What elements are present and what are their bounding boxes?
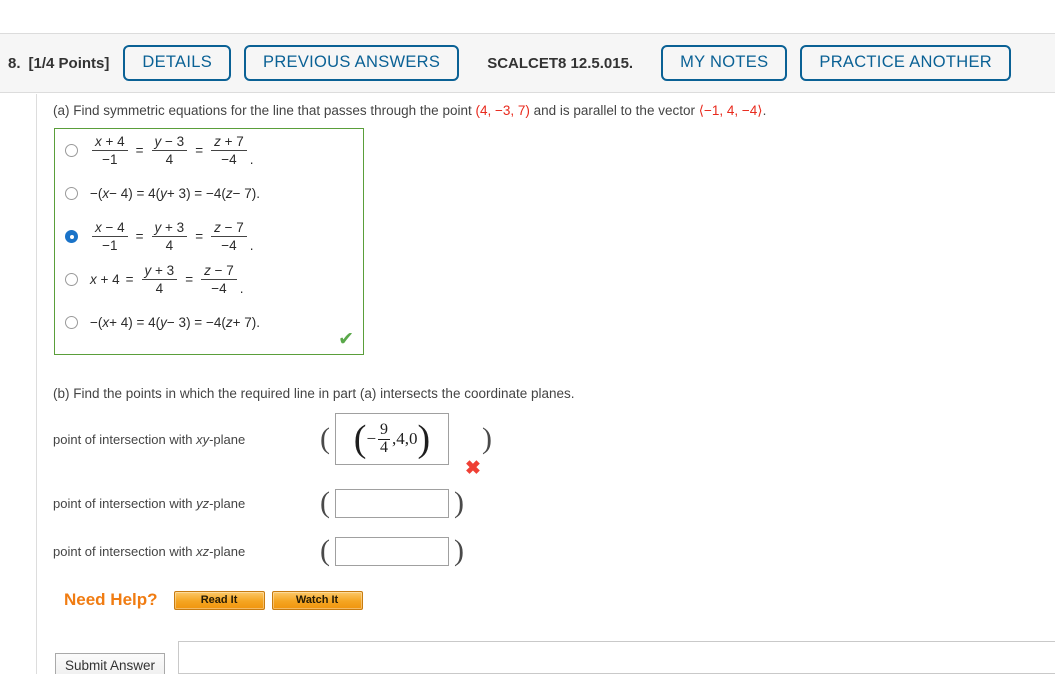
close-paren-xz: ) (454, 534, 464, 567)
fraction-denominator: 4 (141, 279, 178, 296)
details-button[interactable]: DETAILS (123, 45, 232, 81)
fraction: y + 34 (141, 262, 178, 296)
part-a-vector: ⟨−1, 4, −4⟩ (698, 103, 763, 118)
open-paren-xy: ( (320, 422, 330, 455)
fraction-numerator: y + 3 (154, 219, 185, 235)
equals-sign: = (125, 272, 134, 287)
equals-sign: = (135, 143, 144, 158)
fraction: x − 4 −1 (92, 220, 128, 253)
fraction-numerator: z − 7 (204, 262, 234, 278)
fraction-numerator: z − 7 (214, 219, 244, 235)
textbook-code: SCALCET8 12.5.015. (487, 54, 634, 72)
submit-panel (178, 641, 1055, 674)
option-label-3: x + 4 = y + 3 4 = z − 7 −4. (90, 263, 244, 296)
option-label-1: −(x − 4) = 4(y + 3) = −4(z − 7). (90, 186, 260, 201)
option-row[interactable]: x − 4 −1 = y + 3 4 = z − 7 −4. (55, 215, 363, 258)
option-row[interactable]: −(x − 4) = 4(y + 3) = −4(z − 7). (55, 172, 363, 215)
radio-option-4[interactable] (65, 316, 78, 329)
fraction: z − 7 −4 (201, 263, 237, 296)
fraction: z + 7 −4 (211, 134, 247, 167)
fraction: z − 7 −4 (211, 220, 247, 253)
option-label-2: x − 4 −1 = y + 3 4 = z − 7 −4. (90, 220, 254, 253)
answer-xy-rest: ,4,0 (392, 429, 418, 448)
option-row[interactable]: −(x + 4) = 4(y − 3) = −4(z + 7). (55, 301, 363, 344)
part-a-section: (a) Find symmetric equations for the lin… (53, 101, 1043, 121)
fraction-denominator: −1 (92, 236, 128, 253)
trailing-period: . (249, 152, 254, 168)
question-page: 8. [1/4 Points] DETAILS PREVIOUS ANSWERS… (0, 0, 1055, 674)
read-it-button[interactable]: Read It (173, 590, 265, 610)
radio-option-0[interactable] (65, 144, 78, 157)
fraction-numerator: x + 4 (95, 133, 125, 149)
answer-xy-sign: − (366, 429, 377, 448)
fraction-denominator: 4 (151, 236, 188, 253)
fraction-denominator: −4 (201, 279, 237, 296)
option-row[interactable]: x + 4 −1 = y − 3 4 = z + 7 −4. (55, 129, 363, 172)
fraction: y + 34 (151, 219, 188, 253)
equals-sign: = (185, 272, 194, 287)
part-a-prompt-pre: (a) Find symmetric equations for the lin… (53, 103, 476, 118)
fraction-numerator: y − 3 (154, 133, 185, 149)
question-header-bar: 8. [1/4 Points] DETAILS PREVIOUS ANSWERS… (0, 33, 1055, 93)
fraction-denominator: 4 (151, 150, 188, 167)
answer-input-xz[interactable] (335, 536, 449, 566)
previous-answers-button[interactable]: PREVIOUS ANSWERS (244, 45, 460, 81)
watch-it-button[interactable]: Watch It (271, 590, 363, 610)
radio-option-3[interactable] (65, 273, 78, 286)
intersection-row-xy: point of intersection with xy-plane ( ( … (53, 413, 497, 465)
intersection-label-yz: point of intersection with yz-plane (53, 495, 246, 511)
option-label-0: x + 4 −1 = y − 3 4 = z + 7 −4. (90, 134, 254, 167)
fraction: x + 4 −1 (92, 134, 128, 167)
trailing-period: . (249, 238, 254, 254)
answer-input-xy[interactable]: ( − 9 4 ,4,0 ) (335, 413, 449, 465)
incorrect-x-icon: ✖ (465, 458, 481, 479)
option-label-4: −(x + 4) = 4(y − 3) = −4(z + 7). (90, 315, 260, 330)
fraction-denominator: −4 (211, 236, 247, 253)
intersection-label-xz: point of intersection with xz-plane (53, 543, 246, 559)
equals-sign: = (135, 229, 144, 244)
trailing-period: . (239, 281, 244, 297)
submit-answer-button[interactable]: Submit Answer (55, 653, 166, 674)
fraction-numerator: y + 3 (144, 262, 175, 278)
fraction: y − 34 (151, 133, 188, 167)
part-a-prompt-mid: and is parallel to the vector (529, 103, 699, 118)
left-divider (36, 94, 37, 674)
fraction-numerator: z + 7 (214, 133, 244, 149)
part-b-prompt: (b) Find the points in which the require… (53, 386, 575, 401)
radio-option-1[interactable] (65, 187, 78, 200)
intersection-label-xy: point of intersection with xy-plane (53, 431, 246, 447)
question-number: 8. (8, 54, 21, 72)
equals-sign: = (195, 143, 204, 158)
practice-another-button[interactable]: PRACTICE ANOTHER (800, 45, 1011, 81)
need-help-section: Need Help? Read It Watch It (64, 590, 363, 610)
answer-input-yz[interactable] (335, 488, 449, 518)
radio-group[interactable]: x + 4 −1 = y − 3 4 = z + 7 −4. −(x − 4) = 4(y + … (55, 129, 363, 344)
need-help-label: Need Help? (64, 590, 158, 609)
part-a-prompt-end: . (762, 103, 767, 118)
equals-sign: = (195, 229, 204, 244)
radio-option-2[interactable] (65, 230, 78, 243)
intersection-row-xz: point of intersection with xz-plane ( ) (53, 531, 469, 571)
points-badge: [1/4 Points] (28, 54, 110, 72)
close-paren-xy: ) (482, 422, 492, 455)
fraction-denominator: −1 (92, 150, 128, 167)
close-paren-yz: ) (454, 486, 464, 519)
option-lead-term: x + 4 (90, 272, 120, 287)
part-a-point: (4, −3, 7) (475, 103, 530, 118)
option-row[interactable]: x + 4 = y + 3 4 = z − 7 −4. (55, 258, 363, 301)
open-paren-xz: ( (320, 534, 330, 567)
fraction-denominator: −4 (211, 150, 247, 167)
part-a-options-box: x + 4 −1 = y − 3 4 = z + 7 −4. −(x − 4) = 4(y + … (54, 128, 364, 355)
answer-xy-fraction: 9 4 (378, 420, 391, 456)
intersection-row-yz: point of intersection with yz-plane ( ) (53, 483, 469, 523)
fraction-numerator: x − 4 (95, 219, 125, 235)
part-a-prompt: (a) Find symmetric equations for the lin… (53, 101, 1043, 121)
correct-check-icon: ✔ (338, 329, 354, 350)
answer-value-xy: ( − 9 4 ,4,0 ) (353, 417, 431, 460)
my-notes-button[interactable]: MY NOTES (661, 45, 788, 81)
open-paren-yz: ( (320, 486, 330, 519)
